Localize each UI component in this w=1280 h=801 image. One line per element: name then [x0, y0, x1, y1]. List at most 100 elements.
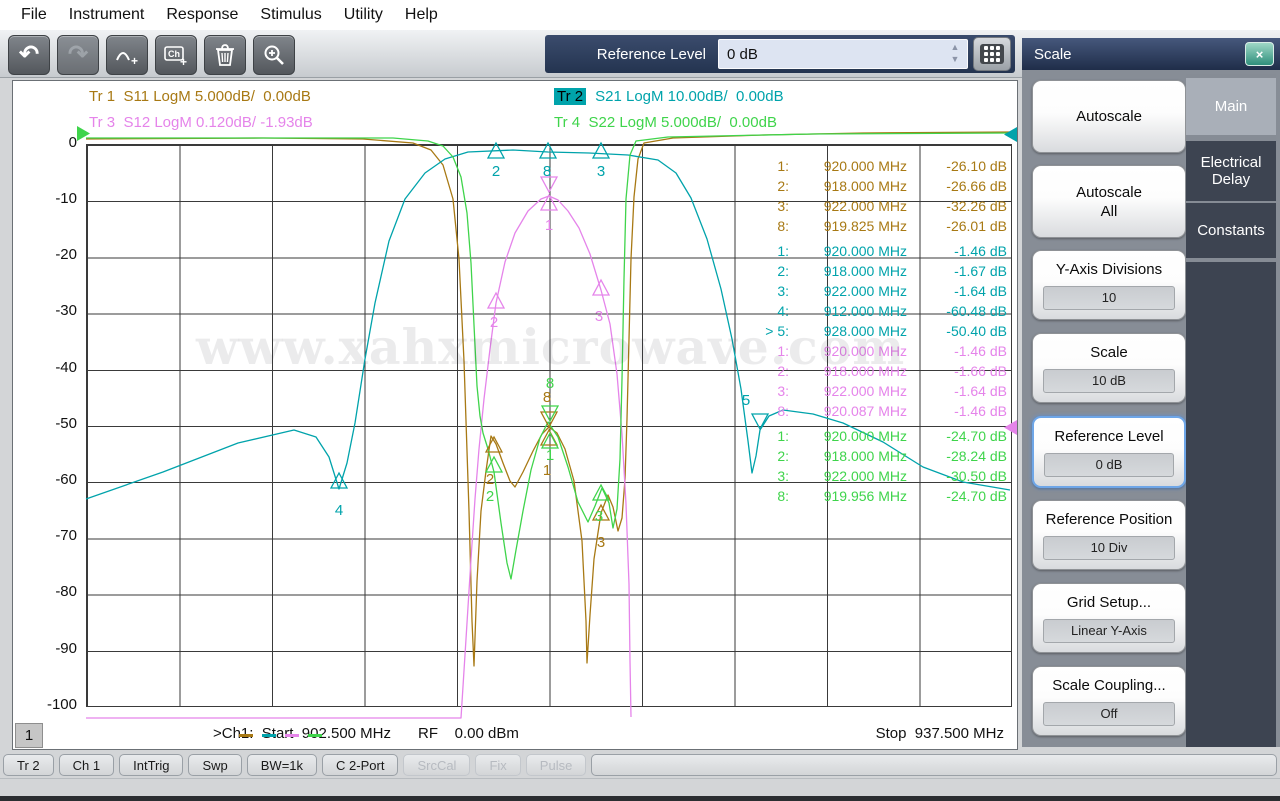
status-segment[interactable]: Pulse: [525, 754, 587, 776]
status-segment[interactable]: Swp: [188, 754, 242, 776]
reference-position-button[interactable]: Reference Position 10 Div: [1032, 500, 1186, 570]
status-segment[interactable]: [591, 754, 1277, 776]
scale-button[interactable]: Scale 10 dB: [1032, 333, 1186, 403]
add-channel-icon: Ch+: [164, 46, 187, 67]
trash-icon: [216, 44, 234, 66]
status-strip: [0, 778, 1280, 797]
reference-level-value: 0 dB: [1044, 453, 1174, 477]
marker-number-label: 8: [546, 375, 554, 392]
marker-number-label: 1: [543, 462, 551, 479]
tab-main[interactable]: Main: [1186, 78, 1276, 135]
status-segment[interactable]: IntTrig: [119, 754, 184, 776]
channel-number-badge[interactable]: 1: [15, 723, 43, 748]
trace3-color-swatch: [285, 734, 299, 737]
marker-number-label: 3: [595, 308, 603, 325]
undo-button[interactable]: ↶: [8, 35, 50, 75]
trace-color-legend: [239, 734, 322, 737]
marker-number-label: 2: [490, 314, 498, 331]
reference-position-value: 10 Div: [1043, 536, 1175, 560]
svg-text:+: +: [131, 54, 138, 67]
marker-triangle[interactable]: [538, 141, 558, 159]
y-axis-divisions-value: 10: [1043, 286, 1175, 310]
add-channel-button[interactable]: Ch +: [155, 35, 197, 75]
spinner-up-icon[interactable]: ▲: [951, 42, 960, 52]
marker-number-label: 4: [335, 502, 343, 519]
panel-close-button[interactable]: ×: [1245, 42, 1274, 66]
menu-item[interactable]: Response: [155, 6, 249, 24]
marker-triangle[interactable]: [539, 193, 559, 211]
menu-item[interactable]: Instrument: [58, 6, 156, 24]
channel-info-line: 1 >Ch1: Start 902.500 MHz RF 0.00 dBm St…: [13, 722, 1017, 748]
marker-row: 3: 922.000 MHz -30.50 dB: [777, 468, 1007, 484]
trace3-header[interactable]: Tr 3 S12 LogM 0.120dB/ -1.93dB: [89, 114, 313, 131]
marker-row: 1: 920.000 MHz -24.70 dB: [777, 428, 1007, 444]
marker-triangle[interactable]: [540, 431, 560, 449]
add-trace-button[interactable]: +: [106, 35, 148, 75]
trace2-color-swatch: [262, 734, 276, 737]
reference-level-spinner[interactable]: ▲ ▼: [945, 41, 965, 65]
reference-level-label: Reference Level: [596, 45, 706, 63]
status-segment[interactable]: BW=1k: [246, 754, 318, 776]
marker-table-trace4: 1: 920.000 MHz -24.70 dB 2: 918.000 MHz -28.2…: [697, 428, 1007, 508]
marker-row: 8: 919.956 MHz -24.70 dB: [777, 488, 1007, 504]
delete-trace-button[interactable]: [204, 35, 246, 75]
menu-bar: File Instrument Response Stimulus Utility Hel…: [0, 0, 1280, 30]
autoscale-button[interactable]: Autoscale: [1032, 80, 1186, 153]
zoom-button[interactable]: [253, 35, 295, 75]
redo-button[interactable]: ↷: [57, 35, 99, 75]
panel-tab-column: Main Electrical Delay Constants: [1186, 74, 1276, 747]
trace1-color-swatch: [239, 734, 253, 737]
trace1-header[interactable]: Tr 1 S11 LogM 5.000dB/ 0.00dB: [89, 88, 311, 105]
y-axis-divisions-button[interactable]: Y-Axis Divisions 10: [1032, 250, 1186, 320]
scale-softpanel: Scale × Autoscale Autoscale All Y-Axis D…: [1022, 38, 1280, 747]
scale-coupling-button[interactable]: Scale Coupling... Off: [1032, 666, 1186, 736]
marker-triangle[interactable]: [591, 141, 611, 159]
tab-electrical-delay[interactable]: Electrical Delay: [1186, 141, 1276, 201]
marker-triangle[interactable]: [329, 471, 349, 489]
menu-item[interactable]: Utility: [333, 6, 394, 24]
marker-triangle[interactable]: [591, 278, 611, 296]
tab-constants[interactable]: Constants: [1186, 203, 1276, 258]
marker-number-label: 3: [595, 508, 603, 525]
menu-item[interactable]: File: [10, 6, 58, 24]
status-segment[interactable]: Ch 1: [58, 754, 115, 776]
autoscale-all-button[interactable]: Autoscale All: [1032, 165, 1186, 238]
spinner-down-icon[interactable]: ▼: [951, 54, 960, 64]
reference-level-input-wrap: ▲▼: [718, 39, 968, 69]
status-bar: Tr 2 Ch 1 IntTrig Swp BW=1k C 2-Port SrcCal Fix…: [0, 752, 1280, 778]
grid-setup-value: Linear Y-Axis: [1043, 619, 1175, 643]
window-bottom-edge: [0, 796, 1280, 801]
marker-number-label: 2: [492, 163, 500, 180]
status-segment[interactable]: Fix: [475, 754, 521, 776]
marker-row: 2: 918.000 MHz -26.66 dB: [777, 178, 1007, 194]
menu-item[interactable]: Help: [394, 6, 449, 24]
marker-table-trace3: 1: 920.000 MHz -1.46 dB 2: 918.000 MHz -1.66 …: [697, 343, 1007, 423]
reference-level-button[interactable]: Reference Level 0 dB: [1032, 416, 1186, 488]
close-icon: ×: [1255, 46, 1264, 62]
plot-area[interactable]: Tr 1 S11 LogM 5.000dB/ 0.00dB Tr 2 S21 Lo…: [12, 80, 1018, 750]
trace2-header[interactable]: Tr 2 S21 LogM 10.00dB/ 0.00dB: [554, 88, 784, 105]
vna-application-window: File Instrument Response Stimulus Utility Hel…: [0, 0, 1280, 801]
trace4-header[interactable]: Tr 4 S22 LogM 5.000dB/ 0.00dB: [554, 114, 777, 131]
status-segment[interactable]: C 2-Port: [322, 754, 399, 776]
undo-icon: ↶: [18, 41, 40, 68]
status-segment[interactable]: SrcCal: [403, 754, 471, 776]
keypad-icon: [980, 44, 1004, 64]
sweep-stop-label[interactable]: Stop 937.500 MHz: [876, 725, 1004, 742]
trace4-color-swatch: [308, 734, 322, 737]
marker-row: 2: 918.000 MHz -1.67 dB: [777, 263, 1007, 279]
marker-table-trace2: 1: 920.000 MHz -1.46 dB 2: 918.000 MHz -1.67 …: [697, 243, 1007, 343]
grid-setup-button[interactable]: Grid Setup... Linear Y-Axis: [1032, 583, 1186, 653]
menu-item[interactable]: Stimulus: [249, 6, 332, 24]
status-segment[interactable]: Tr 2: [3, 754, 54, 776]
tab-column-filler: [1186, 262, 1276, 747]
marker-number-label: 2: [486, 471, 494, 488]
marker-number-label: 1: [546, 447, 554, 464]
rf-power-label[interactable]: RF 0.00 dBm: [418, 725, 519, 742]
marker-row: 4: 912.000 MHz -60.48 dB: [777, 303, 1007, 319]
marker-row: 3: 922.000 MHz -1.64 dB: [777, 283, 1007, 299]
reference-level-input[interactable]: [719, 44, 937, 64]
marker-row: 3: 922.000 MHz -32.26 dB: [777, 198, 1007, 214]
keypad-button[interactable]: [973, 37, 1011, 71]
active-trace-badge: Tr 2: [554, 88, 587, 105]
